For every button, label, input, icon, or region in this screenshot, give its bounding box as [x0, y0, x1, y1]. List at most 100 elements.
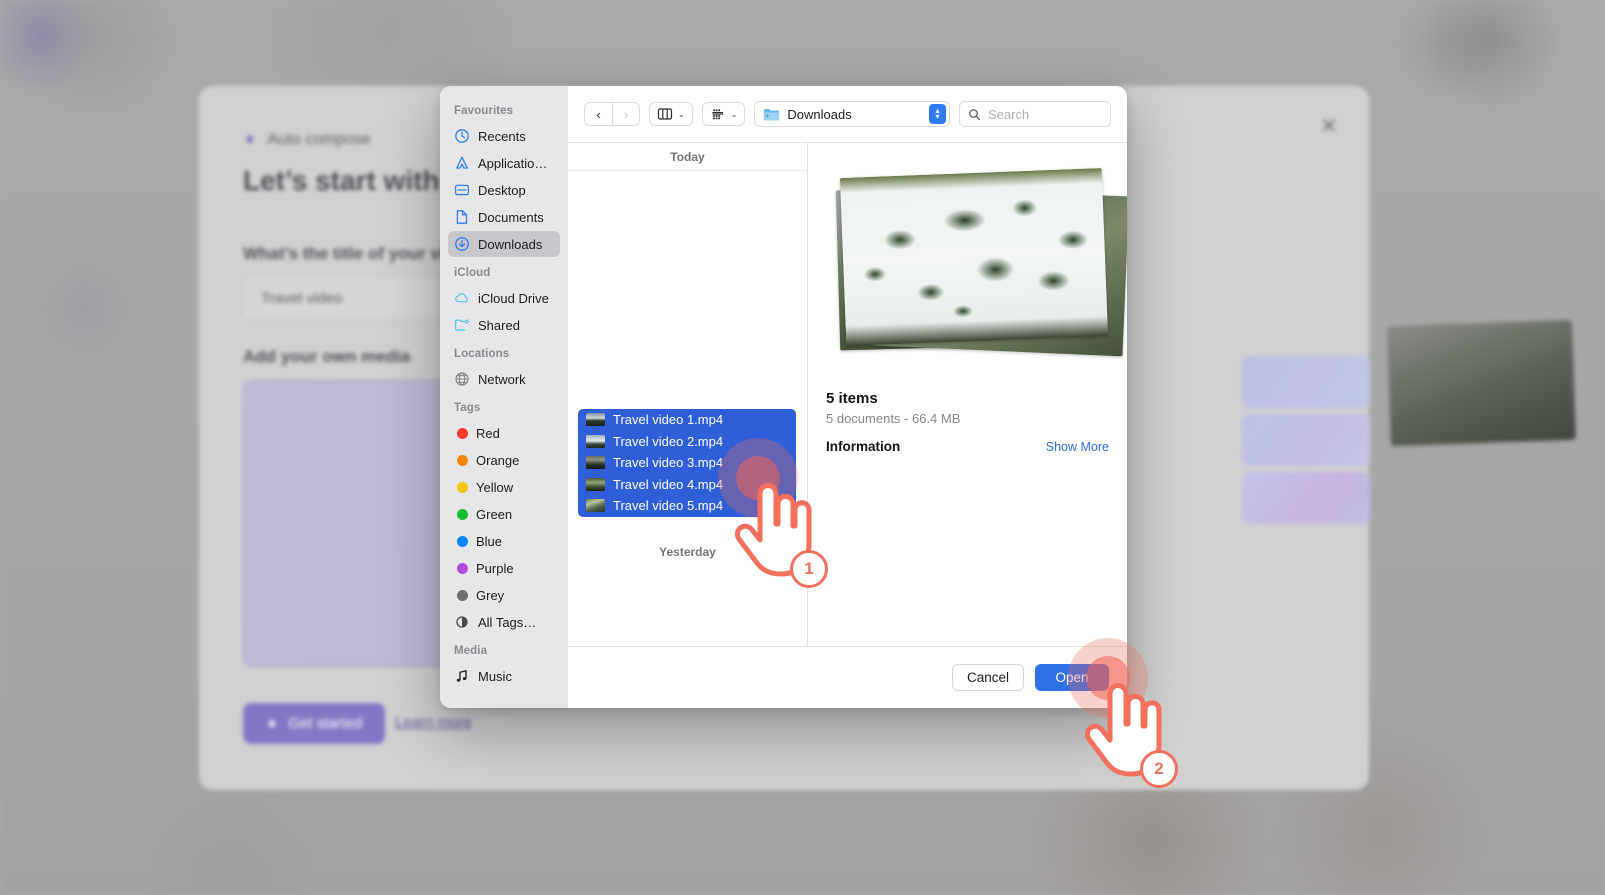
tag-dot-icon [457, 428, 468, 439]
media-tile[interactable] [1242, 356, 1370, 408]
sidebar-item-yellow[interactable]: Yellow [448, 474, 560, 500]
sidebar-group-title: Tags [440, 393, 568, 419]
path-label: Downloads [787, 107, 922, 122]
view-mode-button[interactable]: ⌄ [649, 102, 693, 126]
sidebar[interactable]: Favourites Recents Applicatio… Desktop Do… [440, 86, 568, 708]
sidebar-item-blue[interactable]: Blue [448, 528, 560, 554]
path-selector[interactable]: Downloads ▴▾ [754, 101, 950, 127]
sidebar-item-downloads[interactable]: Downloads [448, 231, 560, 257]
open-button[interactable]: Open [1035, 664, 1109, 691]
media-tile[interactable] [1242, 472, 1370, 524]
tag-dot-icon [457, 563, 468, 574]
cancel-button[interactable]: Cancel [952, 664, 1024, 691]
sidebar-item-music[interactable]: Music [448, 663, 560, 689]
applications-icon [454, 155, 470, 171]
sidebar-item-grey[interactable]: Grey [448, 582, 560, 608]
file-name: Travel video 5.mp4 [613, 498, 723, 513]
tag-dot-icon [457, 509, 468, 520]
file-name: Travel video 1.mp4 [613, 412, 723, 427]
get-started-button[interactable]: ✦ Get started [243, 703, 385, 744]
tag-dot-icon [457, 455, 468, 466]
dialog-toolbar: ‹ › ⌄ [568, 86, 1127, 142]
sidebar-item-purple[interactable]: Purple [448, 555, 560, 581]
preview-info: 5 items 5 documents - 66.4 MB Informatio… [826, 390, 1109, 454]
sparkle-icon: ✦ [243, 130, 257, 150]
learn-more-link[interactable]: Learn more [395, 714, 472, 731]
item-count: 5 items [826, 390, 1109, 407]
folder-icon [763, 107, 780, 122]
sidebar-item-label: Yellow [476, 480, 513, 495]
file-list-item[interactable]: Travel video 4.mp4 [578, 474, 796, 496]
background-photo-stack [1387, 320, 1576, 446]
show-more-link[interactable]: Show More [1046, 440, 1109, 454]
auto-compose-label: Auto compose [268, 131, 371, 149]
sidebar-item-applicatio[interactable]: Applicatio… [448, 150, 560, 176]
media-tile[interactable] [1242, 414, 1370, 466]
group-view-icon [710, 106, 726, 122]
file-list-item[interactable]: Travel video 3.mp4 [578, 452, 796, 474]
file-name: Travel video 3.mp4 [613, 455, 723, 470]
downloads-icon [454, 236, 470, 252]
columns-view-icon [657, 106, 673, 122]
group-by-button[interactable]: ⌄ [702, 102, 746, 126]
all-tags-icon [454, 614, 470, 630]
sidebar-item-desktop[interactable]: Desktop [448, 177, 560, 203]
sidebar-item-documents[interactable]: Documents [448, 204, 560, 230]
file-thumbnail-icon [586, 413, 605, 426]
tag-dot-icon [457, 482, 468, 493]
sidebar-item-label: Desktop [478, 183, 526, 198]
file-list[interactable]: Today Travel video 1.mp4 Travel video 2.… [568, 143, 808, 646]
file-thumbnail-icon [586, 499, 605, 512]
close-icon[interactable]: ✕ [1319, 116, 1339, 136]
sidebar-item-shared[interactable]: Shared [448, 312, 560, 338]
clock-icon [454, 128, 470, 144]
file-list-item[interactable]: Travel video 2.mp4 [578, 431, 796, 453]
sidebar-item-icloud-drive[interactable]: iCloud Drive [448, 285, 560, 311]
file-list-item[interactable]: Travel video 1.mp4 [578, 409, 796, 431]
forward-button[interactable]: › [612, 102, 640, 126]
desktop-icon [454, 182, 470, 198]
sidebar-item-label: Purple [476, 561, 514, 576]
sidebar-item-label: Green [476, 507, 512, 522]
shared-folder-icon [454, 317, 470, 333]
stepper-updown-icon[interactable]: ▴▾ [929, 104, 946, 124]
search-input[interactable]: Search [988, 107, 1029, 122]
network-globe-icon [454, 371, 470, 387]
sidebar-item-label: iCloud Drive [478, 291, 549, 306]
sidebar-item-label: Applicatio… [478, 156, 547, 171]
sidebar-group-title: iCloud [440, 258, 568, 284]
dialog-panel: ‹ › ⌄ [568, 86, 1127, 708]
sidebar-group-title: Favourites [440, 96, 568, 122]
sidebar-item-red[interactable]: Red [448, 420, 560, 446]
group-header-today: Today [568, 143, 807, 171]
sidebar-item-label: Grey [476, 588, 504, 603]
sidebar-item-orange[interactable]: Orange [448, 447, 560, 473]
sidebar-item-label: Recents [478, 129, 526, 144]
sidebar-item-network[interactable]: Network [448, 366, 560, 392]
selected-files-group[interactable]: Travel video 1.mp4 Travel video 2.mp4 Tr… [578, 409, 796, 517]
document-icon [454, 209, 470, 225]
preview-photo-stack [826, 169, 1109, 384]
sidebar-item-label: Network [478, 372, 526, 387]
sidebar-item-label: Blue [476, 534, 502, 549]
sidebar-item-green[interactable]: Green [448, 501, 560, 527]
sidebar-item-label: Music [478, 669, 512, 684]
sidebar-item-recents[interactable]: Recents [448, 123, 560, 149]
file-picker-dialog: Favourites Recents Applicatio… Desktop Do… [440, 86, 1127, 708]
sidebar-item-all-tags[interactable]: All Tags… [448, 609, 560, 635]
preview-pane: 5 items 5 documents - 66.4 MB Informatio… [808, 143, 1127, 646]
back-button[interactable]: ‹ [584, 102, 612, 126]
file-name: Travel video 4.mp4 [613, 477, 723, 492]
file-thumbnail-icon [586, 456, 605, 469]
sidebar-item-label: Documents [478, 210, 544, 225]
chevron-down-icon: ⌄ [678, 110, 685, 119]
chevron-down-icon: ⌄ [731, 110, 738, 119]
sidebar-item-label: Orange [476, 453, 519, 468]
sparkle-icon: ✦ [266, 715, 279, 733]
tag-dot-icon [457, 590, 468, 601]
file-list-item[interactable]: Travel video 5.mp4 [578, 495, 796, 517]
sidebar-item-label: Shared [478, 318, 520, 333]
search-field[interactable]: Search [959, 101, 1111, 127]
file-name: Travel video 2.mp4 [613, 434, 723, 449]
group-header-yesterday: Yesterday [568, 545, 807, 559]
